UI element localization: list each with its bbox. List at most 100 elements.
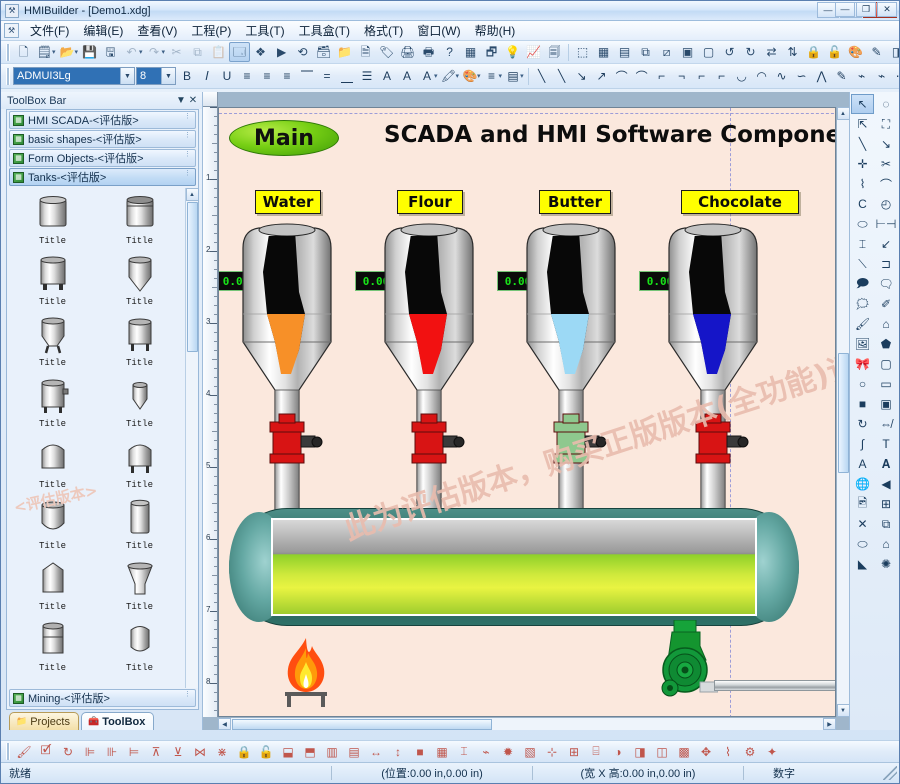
toolbar-grip[interactable] (6, 44, 10, 61)
chevron-down-icon[interactable]: ▾ (477, 72, 481, 80)
spline-icon[interactable]: ∿ (772, 67, 792, 86)
copy-icon[interactable]: ⧉ (187, 42, 208, 62)
flip-v-icon[interactable]: ⇅ (782, 42, 803, 62)
group-icon[interactable]: ⧉ (635, 42, 656, 62)
chevron-down-icon[interactable]: ▼ (175, 95, 187, 106)
symbol-library-icon[interactable]: ✺ (875, 554, 898, 574)
category-mining[interactable]: ▦ Mining-<评估版> ⋮ (9, 689, 196, 707)
flag-icon[interactable]: ◀ (875, 474, 898, 494)
guides-icon[interactable]: ⊞ (563, 742, 585, 761)
mirror-icon[interactable]: ⇎ (875, 414, 898, 434)
layout-icon[interactable]: 🗗 (481, 42, 502, 62)
layers-icon[interactable]: ▧ (519, 742, 541, 761)
tank-flour-label[interactable]: Flour (397, 190, 463, 214)
callout-rect-icon[interactable]: 🗩 (851, 274, 874, 294)
elbow-1-icon[interactable]: ⌐ (692, 67, 712, 86)
callout-box-icon[interactable]: ⊐ (875, 254, 898, 274)
toolbox-item-cylinder-plain[interactable]: Title (9, 194, 96, 255)
category-hmi-scada[interactable]: ▦ HMI SCADA-<评估版> ⋮ (9, 111, 196, 129)
rotate-right-icon[interactable]: ↻ (740, 42, 761, 62)
chevron-down-icon[interactable]: ▼ (161, 68, 175, 84)
fill-pattern-icon[interactable]: ▦ (431, 742, 453, 761)
toolbox-item-tank-hopper[interactable]: Title (96, 560, 183, 621)
tank-chocolate[interactable] (663, 222, 763, 522)
rotate-left-icon[interactable]: ↺ (719, 42, 740, 62)
scroll-right-icon[interactable]: ▶ (823, 718, 836, 730)
outline-icon[interactable]: 🗹 (35, 742, 57, 761)
distribute-h-icon[interactable]: ⋈ (189, 742, 211, 761)
paste-icon[interactable]: 📋 (208, 42, 229, 62)
cross-icon[interactable]: ✛ (851, 154, 874, 174)
align-right-icon[interactable]: ⊨ (123, 742, 145, 761)
ribbon-icon[interactable]: 🎀 (851, 354, 874, 374)
grid-icon[interactable]: ▦ (460, 42, 481, 62)
node-edit-icon[interactable]: ⇱ (851, 114, 874, 134)
snap-icon[interactable]: ⊹ (541, 742, 563, 761)
polyline-icon[interactable]: ⌇ (851, 174, 874, 194)
select-arrow-icon[interactable]: ↖ (851, 94, 874, 114)
toolbox-item-tank-flat-legs[interactable]: Title (9, 255, 96, 316)
connector-2-icon[interactable]: ¬ (672, 67, 692, 86)
nudge-icon[interactable]: ✥ (695, 742, 717, 761)
connector-1-icon[interactable]: ⌐ (652, 67, 672, 86)
database-icon[interactable]: 🗃 (313, 42, 334, 62)
arc-1-icon[interactable]: ◡ (732, 67, 752, 86)
menu-item-tools[interactable]: 工具(T) (238, 20, 291, 41)
bring-front-icon[interactable]: ▣ (677, 42, 698, 62)
globe-icon[interactable]: 🌐 (851, 474, 874, 494)
flip-h-icon[interactable]: ⇄ (761, 42, 782, 62)
vertical-ruler[interactable]: 12345678 (203, 107, 218, 717)
lasso-select-icon[interactable]: ◌ (875, 94, 898, 114)
run-icon[interactable]: ▶ (271, 42, 292, 62)
line-style-1-icon[interactable]: ╲ (532, 67, 552, 86)
lock-icon[interactable]: 🔒 (803, 42, 824, 62)
ungroup-icon[interactable]: ⧄ (656, 42, 677, 62)
toolbox-item-tank-vertical[interactable]: Title (9, 621, 96, 682)
animation-icon[interactable]: ❖ (250, 42, 271, 62)
save-icon[interactable]: 💾 (79, 42, 100, 62)
menu-item-help[interactable]: 帮助(H) (468, 20, 523, 41)
tank-water[interactable] (237, 222, 337, 522)
tag-icon[interactable]: 🏷 (376, 42, 397, 62)
stop-run-icon[interactable]: ⟲ (292, 42, 313, 62)
grow-font-button[interactable]: A (377, 67, 397, 86)
distribute-v-icon[interactable]: ⋇ (211, 742, 233, 761)
toolbox-item-cylinder-tall[interactable]: Title (96, 499, 183, 560)
fill-color-icon[interactable]: 🖌 (13, 742, 35, 761)
category-form-objects[interactable]: ▦ Form Objects-<评估版> ⋮ (9, 149, 196, 167)
toolbox-item-tank-dome-top[interactable]: Title (9, 438, 96, 499)
lock-aspect-icon[interactable]: 🔒 (233, 742, 255, 761)
text-wrap-icon[interactable]: ⌇ (717, 742, 739, 761)
pie-icon[interactable]: ◴ (875, 194, 898, 214)
gradient-fill-icon[interactable]: ◣ (851, 554, 874, 574)
menu-item-format[interactable]: 格式(T) (357, 20, 410, 41)
align-left-icon[interactable]: ⊫ (79, 742, 101, 761)
mdi-close-button[interactable]: ✕ (877, 2, 897, 17)
bold-button[interactable]: B (177, 67, 197, 86)
bullet-list-button[interactable]: ☰ (357, 67, 377, 86)
polygon-icon[interactable]: ⬟ (875, 334, 898, 354)
rounded-rect-icon[interactable]: ▢ (875, 354, 898, 374)
arrow-style-1-icon[interactable]: ↘ (572, 67, 592, 86)
pump-icon[interactable] (656, 620, 718, 700)
canvas-vertical-scrollbar[interactable]: ▲ ▼ (836, 107, 849, 717)
curve-small-icon[interactable]: ∫ (851, 434, 874, 454)
freehand-icon[interactable]: ✎ (832, 67, 852, 86)
align-bottom-button[interactable]: ⎽ (337, 67, 357, 86)
toolbox-item-tank-side-outlet[interactable]: Title (9, 377, 96, 438)
toolbox-item-tank-dome-legs[interactable]: Title (96, 438, 183, 499)
shadow-fx-icon[interactable]: ◨ (629, 742, 651, 761)
toolbox-scrollbar[interactable]: ▲ (185, 188, 198, 688)
ungroup-shapes-icon[interactable]: ▤ (343, 742, 365, 761)
toolbox-item-tank-bullet[interactable]: Title (96, 621, 183, 682)
ellipse-icon[interactable]: ⬭ (851, 214, 874, 234)
print-preview-icon[interactable]: 🖶 (418, 42, 439, 62)
font-name-combo[interactable]: ADMUI3Lg ▼ (13, 67, 135, 85)
format-toolbar-grip[interactable] (6, 68, 10, 85)
more-lines-icon[interactable]: ⋯ (892, 67, 900, 86)
picture-icon[interactable]: 🖻 (851, 494, 874, 514)
chevron-down-icon[interactable]: ▾ (520, 72, 524, 80)
bezier-icon[interactable]: ∽ (792, 67, 812, 86)
toolbox-item-tank-cone-bottom[interactable]: Title (96, 255, 183, 316)
tank-flour[interactable] (379, 222, 479, 522)
